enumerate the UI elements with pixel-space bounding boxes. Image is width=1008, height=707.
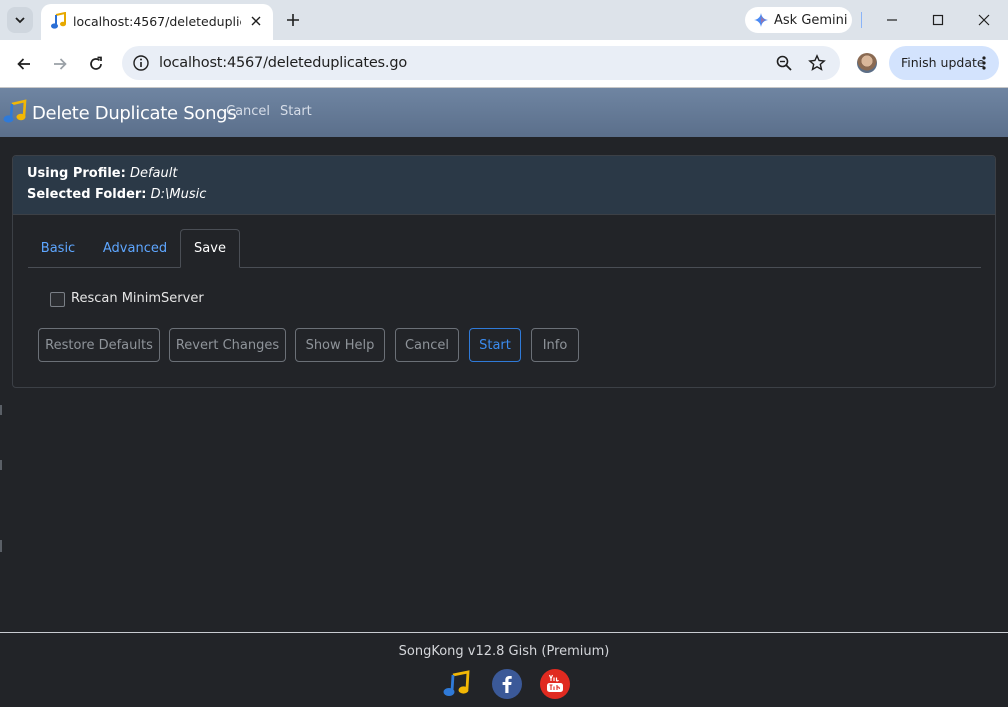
chevron-down-icon (15, 17, 25, 24)
songkong-note-icon[interactable] (443, 669, 473, 699)
footer-divider (0, 632, 1008, 633)
profile-value: Default (129, 166, 178, 181)
app-header: Delete Duplicate Songs Cancel Start (0, 88, 1008, 137)
version-text: SongKong v12.8 Gish (Premium) (398, 644, 610, 659)
site-info-icon[interactable] (132, 54, 150, 72)
profile-info-panel: Using Profile: Default Selected Folder: … (13, 156, 995, 215)
browser-tab-strip: localhost:4567/deleteduplicates Ask Gemi… (0, 0, 1008, 40)
tab-title: localhost:4567/deleteduplicates (73, 14, 241, 29)
tab-close-button[interactable] (247, 12, 265, 30)
edge-mark (0, 405, 2, 415)
new-tab-button[interactable] (283, 10, 303, 30)
forward-button[interactable] (48, 52, 72, 76)
browser-toolbar: localhost:4567/deleteduplicates.go Finis… (0, 40, 1008, 88)
page-title: Delete Duplicate Songs (32, 103, 237, 124)
folder-label: Selected Folder: (27, 187, 147, 202)
songkong-logo-icon (3, 99, 27, 123)
edge-mark (0, 540, 2, 552)
finish-update-label: Finish update (901, 55, 985, 70)
maximize-button[interactable] (928, 10, 948, 30)
kebab-menu-icon[interactable] (979, 54, 989, 72)
facebook-icon[interactable] (492, 669, 522, 699)
profile-line: Using Profile: Default (27, 166, 177, 181)
youtube-icon[interactable] (540, 669, 570, 699)
zoom-icon[interactable] (775, 54, 793, 72)
header-cancel-link[interactable]: Cancel (226, 104, 270, 119)
address-bar[interactable]: localhost:4567/deleteduplicates.go (122, 46, 840, 80)
settings-tabs: Basic Advanced Save (28, 229, 981, 268)
folder-value: D:\Music (150, 187, 207, 202)
delete-duplicates-card: Using Profile: Default Selected Folder: … (12, 155, 996, 388)
back-button[interactable] (12, 52, 36, 76)
arrow-right-icon (54, 58, 67, 70)
reload-button[interactable] (84, 52, 108, 76)
close-icon (978, 14, 990, 26)
finish-update-button[interactable]: Finish update (889, 46, 999, 80)
minimize-button[interactable] (882, 10, 902, 30)
edge-mark (0, 460, 2, 470)
info-button[interactable]: Info (531, 328, 579, 362)
header-start-link[interactable]: Start (280, 104, 312, 119)
url-text[interactable]: localhost:4567/deleteduplicates.go (159, 55, 407, 71)
tab-save[interactable]: Save (180, 229, 240, 268)
plus-icon (287, 14, 299, 26)
tab-basic[interactable]: Basic (28, 229, 88, 267)
folder-line: Selected Folder: D:\Music (27, 187, 206, 202)
gemini-label: Ask Gemini (774, 12, 848, 28)
maximize-icon (932, 14, 944, 26)
ask-gemini-button[interactable]: Ask Gemini (745, 7, 852, 33)
revert-changes-button[interactable]: Revert Changes (169, 328, 286, 362)
show-help-button[interactable]: Show Help (295, 328, 385, 362)
close-icon (251, 16, 261, 26)
rescan-minimserver-label[interactable]: Rescan MinimServer (71, 291, 204, 306)
tab-advanced[interactable]: Advanced (94, 229, 176, 267)
tab-search-button[interactable] (7, 7, 33, 33)
close-window-button[interactable] (974, 10, 994, 30)
gemini-sparkle-icon (754, 13, 768, 27)
profile-label: Using Profile: (27, 166, 126, 181)
cancel-button[interactable]: Cancel (395, 328, 459, 362)
reload-icon (90, 56, 102, 70)
restore-defaults-button[interactable]: Restore Defaults (38, 328, 160, 362)
browser-tab[interactable]: localhost:4567/deleteduplicates (41, 4, 273, 40)
start-button[interactable]: Start (469, 328, 521, 362)
window-separator (861, 12, 862, 28)
arrow-left-icon (17, 58, 30, 70)
bookmark-star-icon[interactable] (808, 54, 826, 72)
profile-avatar[interactable] (857, 53, 877, 73)
minimize-icon (887, 19, 897, 21)
rescan-minimserver-checkbox[interactable] (50, 292, 65, 307)
songkong-note-icon (51, 12, 66, 29)
